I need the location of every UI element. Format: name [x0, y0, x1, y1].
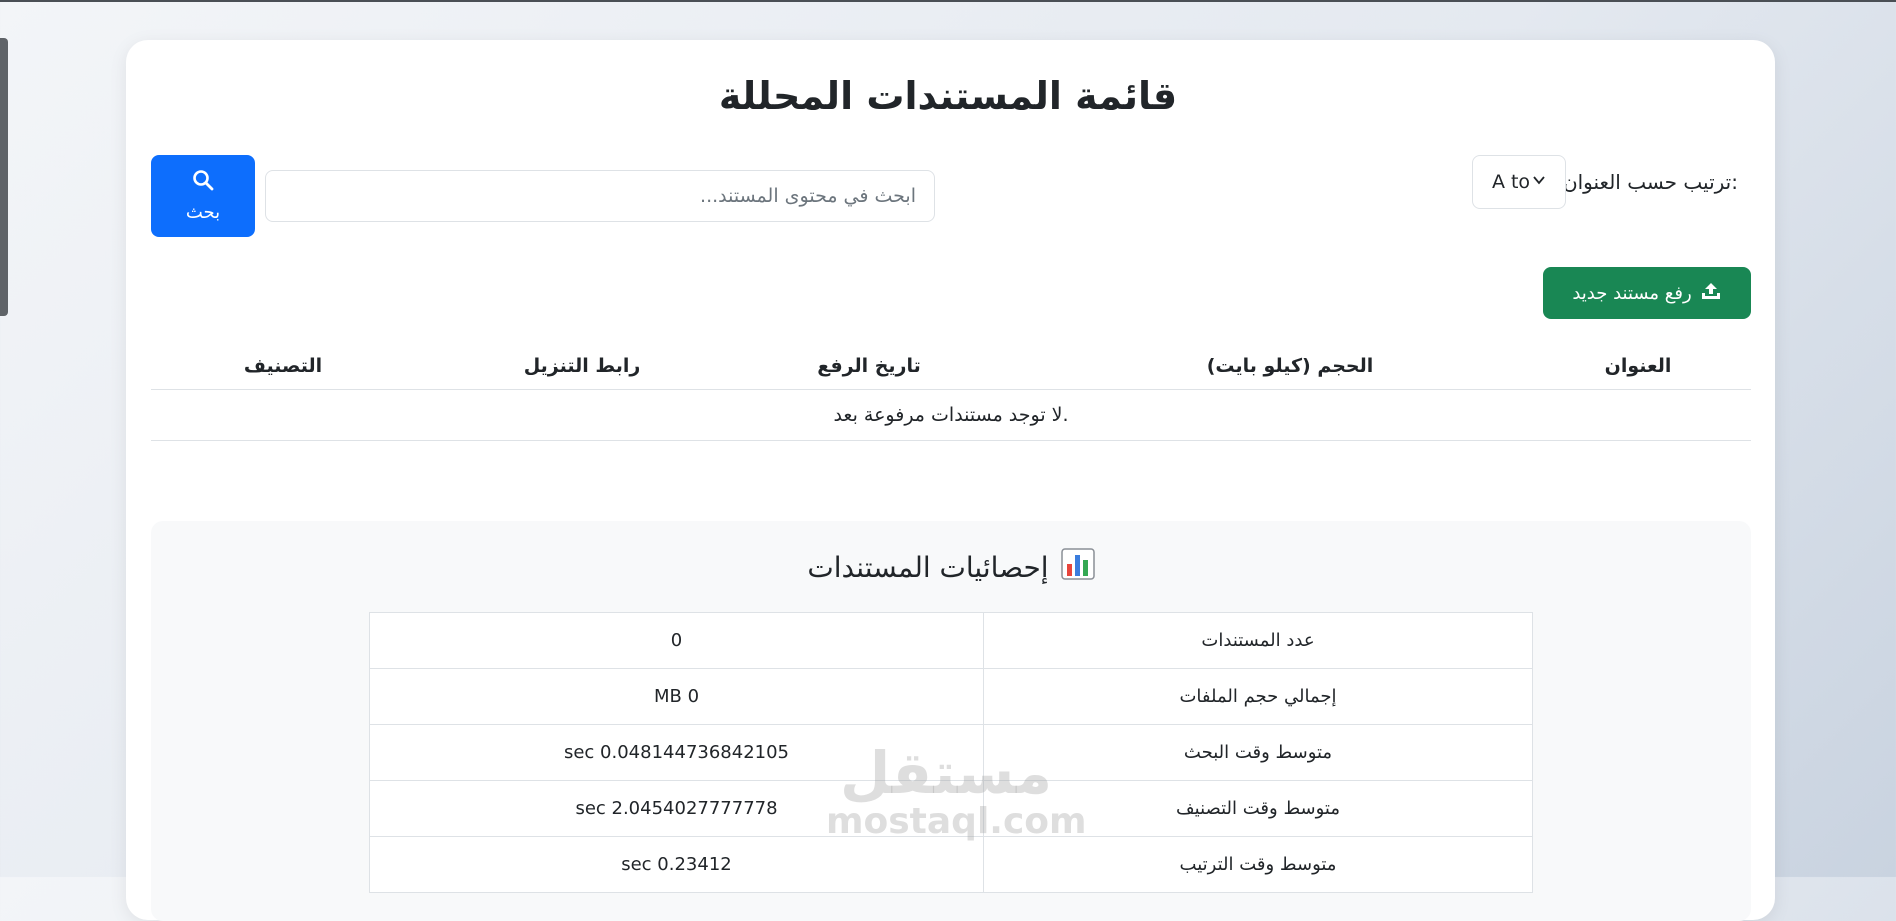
stats-row: 0 عدد المستندات: [369, 612, 1533, 669]
upload-icon: [1700, 281, 1722, 306]
statistics-table: 0 عدد المستندات MB 0 إجمالي حجم الملفات …: [369, 612, 1533, 893]
documents-empty-message: لا توجد مستندات مرفوعة بعد.: [151, 390, 1751, 441]
statistics-panel: إحصائيات المستندات 0 عدد المستندات MB 0 …: [151, 521, 1751, 921]
search-button-label: بحث: [185, 202, 221, 223]
stat-label: عدد المستندات: [983, 612, 1533, 669]
stats-row: sec 0.23412 متوسط وقت الترتيب: [369, 836, 1533, 893]
stat-value: 0: [369, 612, 984, 669]
stat-value: sec 0.23412: [369, 836, 984, 893]
chevron-down-icon: [1532, 173, 1546, 191]
header-size: الحجم (كيلو بايت): [1206, 355, 1374, 377]
documents-table-header: العنوان الحجم (كيلو بايت) تاريخ الرفع را…: [151, 345, 1751, 390]
header-upload-date: تاريخ الرفع: [817, 355, 921, 377]
stats-row: sec 2.0454027777778 متوسط وقت التصنيف: [369, 780, 1533, 837]
bar-chart-icon: [1060, 548, 1095, 587]
sort-select[interactable]: A to: [1472, 155, 1566, 209]
stat-value: sec 2.0454027777778: [369, 780, 984, 837]
stat-label: متوسط وقت التصنيف: [983, 780, 1533, 837]
window-top-border: [0, 0, 1896, 2]
header-title: العنوان: [1604, 355, 1672, 377]
stats-row: sec 0.048144736842105 متوسط وقت البحث: [369, 724, 1533, 781]
search-input[interactable]: [265, 170, 935, 222]
upload-document-button[interactable]: رفع مستند جديد: [1543, 267, 1751, 319]
page-title: قائمة المستندات المحللة: [718, 74, 1178, 118]
stat-label: متوسط وقت البحث: [983, 724, 1533, 781]
header-download-link: رابط التنزيل: [523, 355, 641, 377]
search-button[interactable]: بحث: [151, 155, 255, 237]
stat-value: MB 0: [369, 668, 984, 725]
sort-label: ترتيب حسب العنوان:: [1562, 170, 1738, 194]
statistics-title: إحصائيات المستندات: [151, 548, 1751, 587]
search-icon: [192, 169, 214, 196]
sort-select-value: A to: [1491, 171, 1531, 193]
statistics-title-text: إحصائيات المستندات: [807, 551, 1049, 584]
upload-button-label: رفع مستند جديد: [1572, 282, 1692, 304]
stat-label: متوسط وقت الترتيب: [983, 836, 1533, 893]
stat-value: sec 0.048144736842105: [369, 724, 984, 781]
stat-label: إجمالي حجم الملفات: [983, 668, 1533, 725]
stats-row: MB 0 إجمالي حجم الملفات: [369, 668, 1533, 725]
header-category: التصنيف: [243, 355, 323, 377]
